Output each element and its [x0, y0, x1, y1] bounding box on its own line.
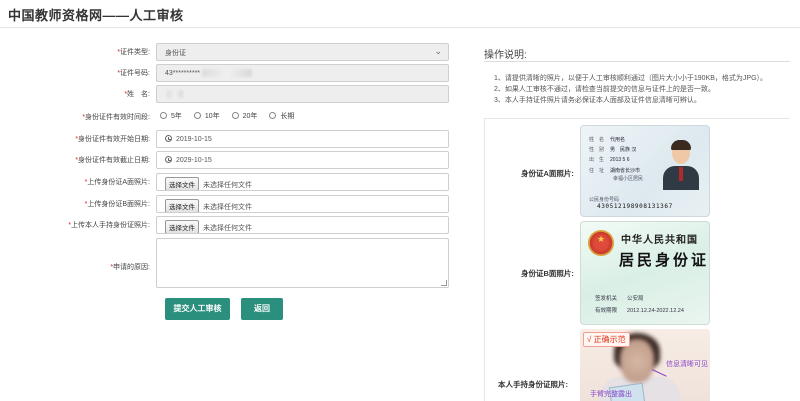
samples-divider [484, 118, 790, 119]
card-country: 中华人民共和国 [621, 235, 698, 246]
upload-back-field: 选择文件 未选择任何文件 [156, 195, 449, 213]
id-type-label: *证件类型: [117, 49, 150, 56]
radio-long-term[interactable]: 长期 [269, 111, 294, 121]
annotation-line [651, 369, 667, 377]
info-clear-note: 信息清晰可见 [666, 361, 708, 368]
file-status: 未选择任何文件 [203, 204, 252, 211]
radio-icon [231, 112, 239, 119]
instructions-divider [484, 61, 790, 62]
card-address-row: 住 址湖南省长沙市 [589, 168, 641, 174]
file-status: 未选择任何文件 [203, 225, 252, 232]
instructions-list: 1、请提供清晰的照片，以便于人工审核顺利通过（图片大小小于190KB，格式为JP… [494, 73, 794, 106]
submit-review-button[interactable]: 提交人工审核 [165, 298, 230, 320]
reason-label: *申请的原因: [110, 264, 150, 271]
choose-file-button[interactable]: 选择文件 [165, 220, 199, 233]
name-field [156, 85, 449, 103]
form-row-name: *姓 名: [0, 85, 455, 105]
radio-20-years[interactable]: 20年 [231, 111, 257, 121]
chevron-down-icon: ⌄ [434, 46, 442, 56]
start-date-input[interactable]: 2019-10-15 [156, 130, 449, 148]
portrait-icon [663, 140, 699, 190]
back-button[interactable]: 返回 [241, 298, 283, 320]
end-date-label: *身份证件有效截止日期: [75, 157, 150, 164]
samples-left-border [484, 119, 485, 401]
card-birth-row: 出 生 2013 5 6 [589, 157, 630, 163]
card-name-row: 姓 名代用名 [589, 137, 626, 143]
card-address-row-2: 幸福小区居民 [613, 176, 644, 182]
upload-front-label: *上传身份证A面照片: [84, 179, 150, 186]
form-row-upload-hand: *上传本人手持身份证照片: 选择文件 未选择任何文件 [0, 216, 455, 236]
title-divider [0, 27, 800, 28]
radio-icon [160, 112, 167, 119]
upload-back-label: *上传身份证B面照片: [84, 201, 150, 208]
card-id-key: 公民身份号码 [589, 197, 620, 203]
instruction-item: 3、本人手持证件照片请务必保证本人面部及证件信息清晰可辨认。 [494, 97, 701, 104]
arm-visible-note: 手臂完整露出 [590, 391, 632, 398]
form-row-id-number: *证件号码: 43********** [0, 64, 455, 84]
back-photo-label: 身份证B面照片: [521, 269, 574, 278]
radio-5-years[interactable]: 5年 [160, 111, 182, 121]
choose-file-button[interactable]: 选择文件 [165, 177, 199, 190]
correct-example-tag: √ 正确示范 [583, 332, 630, 347]
national-emblem-icon: ★ [588, 230, 614, 256]
end-date-input[interactable]: 2029-10-15 [156, 151, 449, 169]
card-id-number: 430512198908131367 [597, 203, 673, 210]
start-date-label: *身份证件有效开始日期: [75, 136, 150, 143]
id-card-back-sample: ★ 中华人民共和国 居民身份证 签发机关 公安局 有效期限 2012.12.24-2… [580, 221, 710, 325]
front-photo-label: 身份证A面照片: [521, 169, 574, 178]
hand-photo-label: 本人手持身份证照片: [498, 380, 568, 389]
radio-icon [269, 112, 277, 119]
id-number-label: *证件号码: [117, 70, 150, 77]
card-gender-row: 性 别男 民族 汉 [589, 147, 637, 153]
clock-icon [165, 156, 172, 163]
resize-grip-icon[interactable] [441, 280, 447, 286]
id-type-select[interactable]: 身份证 ⌄ [156, 43, 449, 61]
choose-file-button[interactable]: 选择文件 [165, 199, 199, 212]
id-card-front-sample: 姓 名代用名 性 别男 民族 汉 出 生 2013 5 6 住 址湖南省长沙市 幸… [580, 125, 710, 217]
clock-icon [165, 135, 172, 142]
form-row-validity: *身份证件有效时间段: 5年 10年 20年 长期 [0, 108, 455, 128]
validity-radio-group: 5年 10年 20年 长期 [160, 111, 304, 121]
masked-name [167, 90, 183, 98]
id-type-value: 身份证 [165, 50, 186, 57]
instruction-item: 1、请提供清晰的照片，以便于人工审核顺利通过（图片大小小于190KB，格式为JP… [494, 75, 768, 82]
handheld-id-photo-sample: √ 正确示范 信息清晰可见 手臂完整露出 [580, 329, 710, 401]
validity-label: *身份证件有效时间段: [82, 114, 150, 121]
upload-hand-label: *上传本人手持身份证照片: [68, 222, 150, 229]
instructions-title: 操作说明: [484, 50, 527, 61]
reason-textarea[interactable] [156, 238, 449, 288]
id-number-field: 43********** [156, 64, 449, 82]
name-label: *姓 名: [124, 91, 150, 98]
form-row-upload-back: *上传身份证B面照片: 选择文件 未选择任何文件 [0, 195, 455, 215]
card-issuer-row: 签发机关 公安局 [595, 296, 644, 302]
upload-front-field: 选择文件 未选择任何文件 [156, 173, 449, 191]
instruction-item: 2、如果人工审核不通过，请检查当前提交的信息与证件上的是否一致。 [494, 86, 715, 93]
upload-hand-field: 选择文件 未选择任何文件 [156, 216, 449, 234]
form-row-start-date: *身份证件有效开始日期: 2019-10-15 [0, 130, 455, 150]
page-title: 中国教师资格网——人工审核 [8, 8, 184, 23]
card-valid-row: 有效期限 2012.12.24-2022.12.24 [595, 308, 684, 314]
form-row-end-date: *身份证件有效截止日期: 2029-10-15 [0, 151, 455, 171]
form-row-upload-front: *上传身份证A面照片: 选择文件 未选择任何文件 [0, 173, 455, 193]
form-row-id-type: *证件类型: 身份证 ⌄ [0, 43, 455, 63]
card-title: 居民身份证 [619, 252, 710, 269]
masked-id-number [202, 69, 253, 77]
radio-10-years[interactable]: 10年 [193, 111, 220, 121]
id-number-value: 43********** [165, 69, 201, 77]
radio-icon [193, 112, 201, 119]
file-status: 未选择任何文件 [203, 182, 252, 189]
